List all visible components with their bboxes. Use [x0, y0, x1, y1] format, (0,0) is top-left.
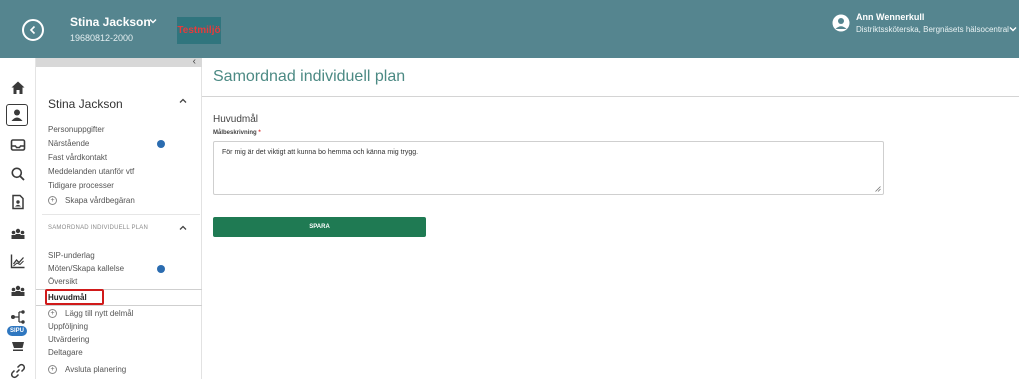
section-label: Huvudmål: [213, 114, 259, 125]
section-title-sip: SAMORDNAD INDIVIDUELL PLAN: [48, 225, 148, 231]
home-icon[interactable]: [9, 79, 27, 97]
page-title: Samordnad individuell plan: [213, 68, 406, 85]
patient-id: 19680812-2000: [70, 33, 134, 43]
plus-circle-icon[interactable]: +: [48, 196, 57, 205]
user-avatar-icon[interactable]: [832, 14, 850, 32]
document-icon[interactable]: [9, 193, 27, 211]
chevron-down-icon[interactable]: [1008, 24, 1018, 34]
nav-item-tidigare-processer[interactable]: Tidigare processer: [48, 181, 114, 190]
row-separator: [36, 305, 202, 306]
nav-item-sip-underlag[interactable]: SIP-underlag: [48, 251, 95, 260]
patient-name[interactable]: Stina Jackson: [70, 15, 151, 29]
nav-item-huvudmal[interactable]: Huvudmål: [48, 293, 87, 302]
top-bar: Stina Jackson 19680812-2000 Testmiljö An…: [0, 0, 1019, 58]
network-icon[interactable]: [9, 308, 27, 326]
goal-field-label-text: Målbeskrivning: [213, 130, 257, 136]
chart-icon[interactable]: [9, 252, 27, 270]
chevron-left-icon: [29, 25, 36, 35]
nav-item-uppfoljning[interactable]: Uppföljning: [48, 322, 88, 331]
chevron-up-icon[interactable]: [178, 223, 188, 233]
nav-item-oversikt[interactable]: Översikt: [48, 277, 77, 286]
save-button[interactable]: SPARA: [213, 217, 426, 237]
goal-description-text: För mig är det viktigt att kunna bo hemm…: [222, 149, 419, 156]
nav-item-meddelanden[interactable]: Meddelanden utanför vtf: [48, 167, 134, 176]
back-button[interactable]: [22, 19, 44, 41]
required-marker: *: [258, 130, 261, 136]
environment-badge: Testmiljö: [177, 17, 221, 44]
title-divider: [202, 96, 1019, 97]
notification-dot: [157, 140, 165, 148]
nav-patient-heading: Stina Jackson: [48, 97, 123, 111]
inbox-icon[interactable]: [9, 136, 27, 154]
nav-item-utvardering[interactable]: Utvärdering: [48, 335, 89, 344]
resize-grip-icon[interactable]: [875, 186, 881, 192]
user-name[interactable]: Ann Wennerkull: [856, 12, 924, 22]
notification-dot: [157, 265, 165, 273]
collapse-bar[interactable]: ‹: [36, 56, 202, 68]
nav-item-fast-vardkontakt[interactable]: Fast vårdkontakt: [48, 153, 107, 162]
goal-description-textarea[interactable]: För mig är det viktigt att kunna bo hemm…: [213, 141, 884, 195]
patient-icon[interactable]: [6, 104, 28, 126]
nav-item-deltagare[interactable]: Deltagare: [48, 348, 83, 357]
plus-circle-icon[interactable]: +: [48, 365, 57, 374]
group-icon-2[interactable]: [9, 282, 27, 300]
chevron-up-icon[interactable]: [178, 96, 188, 106]
end-planning-link[interactable]: Avsluta planering: [65, 365, 126, 374]
icon-rail: SIPU: [0, 58, 36, 379]
plus-circle-icon[interactable]: +: [48, 309, 57, 318]
group-icon[interactable]: [9, 225, 27, 243]
cart-icon[interactable]: [9, 337, 27, 355]
search-icon[interactable]: [9, 165, 27, 183]
nav-item-personuppgifter[interactable]: Personuppgifter: [48, 125, 104, 134]
user-role: Distriktssköterska, Bergnäsets hälsocent…: [856, 25, 1009, 34]
nav-item-moten[interactable]: Möten/Skapa kallelse: [48, 264, 124, 273]
goal-field-label: Målbeskrivning *: [213, 130, 261, 136]
patient-nav-panel: ‹ Stina Jackson Personuppgifter Närståen…: [36, 56, 202, 379]
sipu-badge: SIPU: [7, 326, 27, 336]
chevron-down-icon[interactable]: [148, 16, 158, 26]
link-icon[interactable]: [9, 362, 27, 379]
add-subgoal-link[interactable]: Lägg till nytt delmål: [65, 309, 133, 318]
nav-item-narstaende[interactable]: Närstående: [48, 139, 89, 148]
create-request-link[interactable]: Skapa vårdbegäran: [65, 196, 135, 205]
collapse-arrow-icon[interactable]: ‹: [193, 56, 196, 68]
nav-divider: [42, 214, 200, 215]
